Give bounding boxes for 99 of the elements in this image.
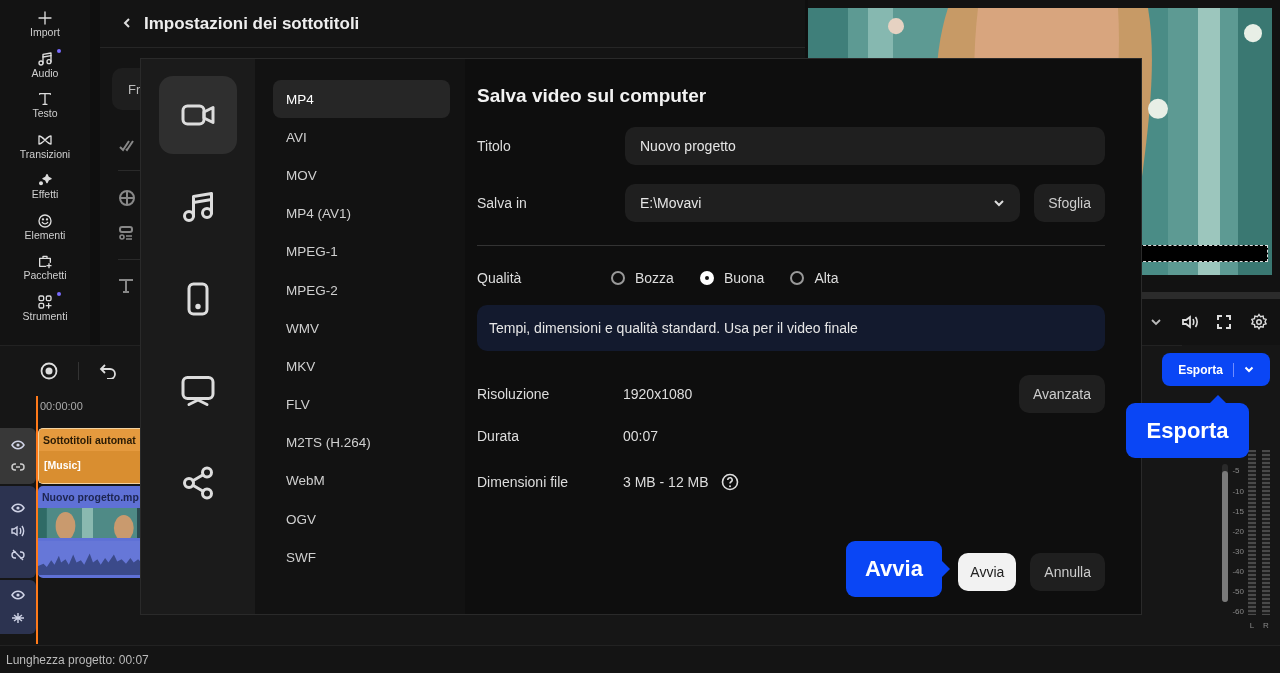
crosshair-icon[interactable] [118, 189, 136, 207]
sidebar-item[interactable]: Audio [31, 50, 59, 87]
export-button[interactable]: Esporta [1162, 353, 1270, 387]
cancel-button[interactable]: Annulla [1030, 553, 1105, 591]
smiley-icon [37, 212, 53, 229]
radio-circle[interactable] [611, 271, 625, 285]
sidebar-item-label: Audio [31, 66, 59, 79]
settings-icon[interactable] [1250, 313, 1268, 331]
volume-icon[interactable] [11, 525, 25, 538]
meter-scale-label: -20 [1232, 526, 1244, 536]
radio-circle[interactable] [790, 271, 805, 285]
sidebar-item[interactable]: Effetti [31, 172, 59, 209]
format-item[interactable]: WMV [273, 309, 450, 348]
meter-scale-label: -30 [1232, 547, 1244, 557]
meter-scale-label: -5 [1232, 466, 1241, 476]
plus-icon [37, 10, 53, 26]
sidebar-item[interactable]: Transizioni [19, 131, 71, 168]
format-item[interactable]: AVI [273, 118, 450, 157]
text-icon [37, 91, 53, 107]
meter-scale-label: -50 [1232, 587, 1244, 597]
monitor-icon [180, 373, 216, 409]
double-check-icon[interactable] [118, 138, 136, 152]
field-label: Salva in [477, 195, 528, 211]
volume-icon[interactable] [1180, 313, 1198, 331]
title-field[interactable]: Nuovo progetto [625, 127, 1105, 165]
grid-icon [37, 293, 53, 310]
quality-radio[interactable]: Buona [699, 270, 765, 286]
sidebar-item-label: Elementi [24, 228, 66, 241]
meter-scale-label: -15 [1232, 506, 1244, 516]
format-item[interactable]: MP4 (AV1) [273, 194, 450, 233]
callout-tooltip: Avvia [846, 541, 942, 597]
quality-radio[interactable]: Bozza [611, 270, 674, 286]
detail-value: 3 MB - 12 MB [623, 474, 709, 490]
format-item[interactable]: MPEG-2 [273, 270, 450, 310]
eye-icon[interactable] [11, 503, 25, 514]
sidebar-item-label: Transizioni [19, 147, 71, 160]
unlink-icon[interactable] [11, 549, 25, 562]
sidebar-item[interactable]: Elementi [24, 212, 66, 249]
link-icon[interactable] [11, 462, 25, 473]
clip-title: Sottotitoli automat [42, 433, 137, 449]
format-item[interactable]: MKV [273, 347, 450, 386]
undo-icon[interactable] [99, 363, 117, 380]
sidebar-item[interactable]: Pacchetti [23, 253, 67, 290]
sidebar-item[interactable]: Strumenti [22, 293, 68, 330]
field-label: Titolo [477, 138, 512, 154]
format-item[interactable]: M2TS (H.264) [273, 423, 450, 462]
meter-scale-label: -60 [1232, 607, 1244, 617]
music-note-icon [37, 50, 53, 67]
detail-label: Dimensioni file [477, 474, 570, 490]
detail-value: 00:07 [623, 428, 659, 444]
text-icon[interactable] [118, 278, 134, 294]
sidebar-item-label: Strumenti [22, 309, 68, 322]
eye-icon[interactable] [11, 440, 25, 451]
chevron-down-icon[interactable] [1150, 318, 1162, 326]
detail-label: Durata [477, 428, 521, 444]
callout-pointer [942, 561, 950, 577]
format-item[interactable]: MPEG-1 [273, 232, 450, 271]
quality-radio[interactable]: Alta [790, 270, 839, 286]
timecode: 00:00:00 [40, 400, 83, 413]
advanced-button[interactable]: Avanzata [1018, 375, 1105, 413]
format-item[interactable]: MP4 [273, 80, 450, 119]
field-label: Qualità [477, 270, 523, 286]
help-icon[interactable] [720, 473, 739, 491]
format-item[interactable]: OGV [273, 500, 450, 539]
folder-dropdown[interactable]: E:\Movavi [625, 184, 1021, 222]
export-target-tab[interactable] [159, 76, 237, 154]
sidebar-item-label: Import [30, 26, 60, 38]
format-item[interactable]: MOV [273, 156, 450, 195]
info-text: Tempi, dimensioni e qualità standard. Usa per il video finale [489, 320, 858, 336]
layout-icon[interactable] [118, 225, 134, 241]
sidebar-item[interactable]: Import [30, 10, 60, 47]
bag-icon [37, 253, 53, 269]
channel-label: R [1263, 621, 1269, 631]
sidebar-item-label: Effetti [31, 188, 59, 200]
format-item[interactable]: SWF [273, 538, 450, 577]
dialog-title: Salva video sul computer [477, 85, 708, 107]
project-length-text: Lunghezza progetto: 00:07 [6, 652, 149, 667]
eye-icon[interactable] [11, 590, 25, 601]
browse-button[interactable]: Sfoglia [1034, 184, 1105, 222]
channel-label: L [1249, 621, 1255, 631]
sidebar-item[interactable]: Testo [32, 91, 58, 128]
panel-title: Impostazioni dei sottotitoli [144, 13, 360, 34]
callout-pointer [1210, 395, 1226, 403]
detail-value: 1920x1080 [623, 386, 693, 402]
format-item[interactable]: WebM [273, 461, 450, 501]
detail-label: Risoluzione [477, 386, 551, 402]
record-icon[interactable] [40, 362, 58, 381]
music-note-icon [180, 189, 216, 225]
meter-scale-label: -10 [1232, 486, 1244, 496]
sidebar-item-label: Testo [32, 107, 58, 119]
chevron-down-icon [993, 199, 1006, 207]
clip-title: Nuovo progetto.mp [41, 490, 140, 506]
format-item[interactable]: FLV [273, 385, 450, 424]
sidebar-item-label: Pacchetti [23, 269, 67, 281]
start-button[interactable]: Avvia [958, 553, 1017, 591]
fullscreen-icon[interactable] [1216, 314, 1232, 330]
callout-tooltip: Esporta [1126, 403, 1249, 458]
meter-scale-label: -40 [1232, 567, 1244, 577]
share-icon [180, 465, 216, 501]
